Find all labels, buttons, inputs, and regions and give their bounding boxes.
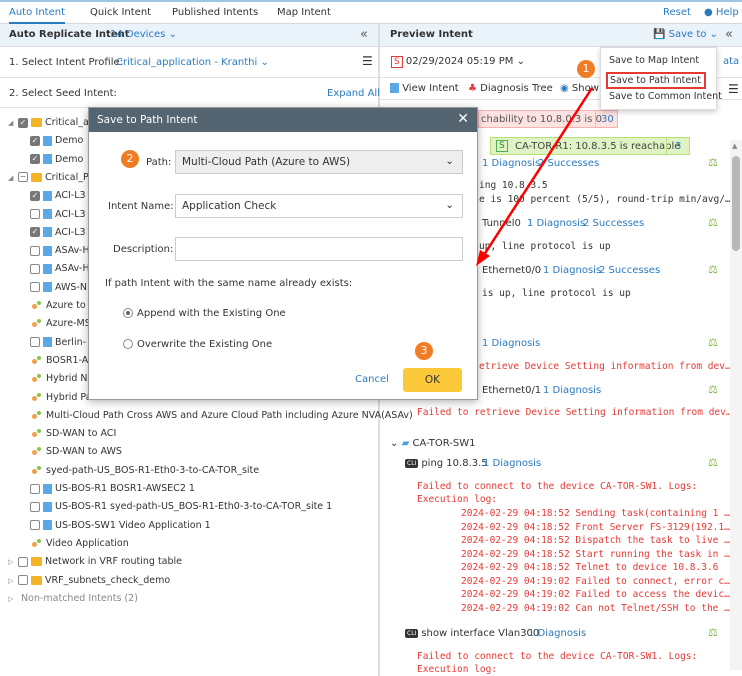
arrow-head	[476, 250, 490, 266]
arrow-line	[480, 87, 594, 259]
annotation-arrow	[476, 87, 594, 266]
step-badge-3: 3	[415, 342, 433, 360]
step-badge-2: 2	[121, 150, 139, 168]
step-badge-1: 1	[577, 60, 595, 78]
